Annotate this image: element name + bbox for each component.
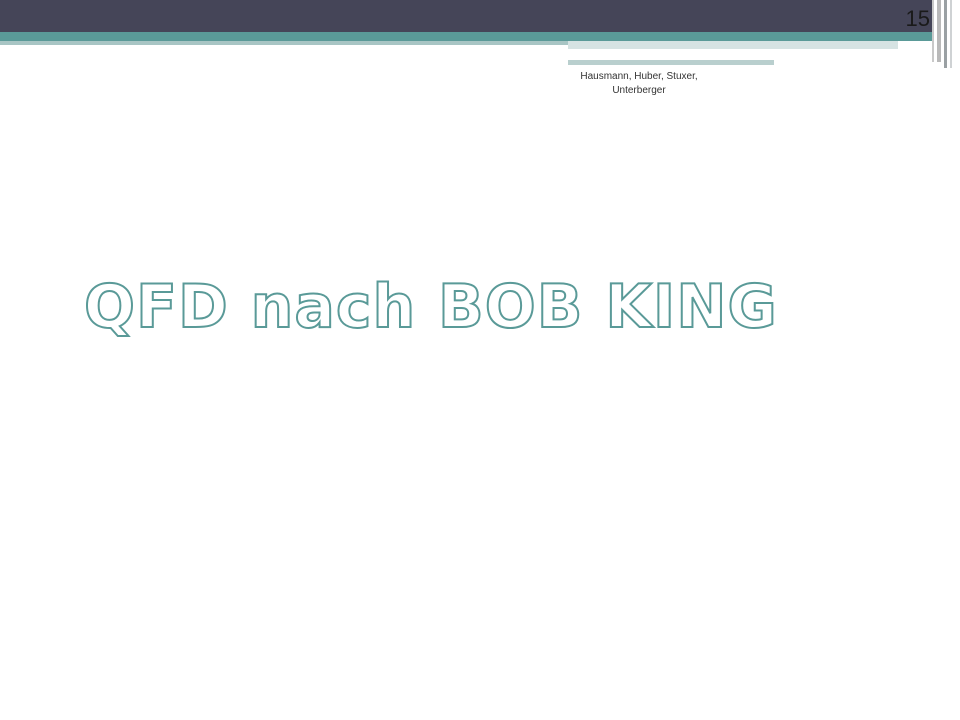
accent-stripe [0, 32, 940, 41]
decor-line [944, 0, 947, 68]
accent-stripe-light [0, 41, 568, 45]
decor-line [932, 0, 934, 62]
accent-divider [568, 50, 888, 53]
decor-line [950, 0, 952, 68]
authors-footer: Hausmann, Huber, Stuxer, Unterberger [580, 71, 698, 96]
right-decoration [932, 0, 960, 720]
accent-stripe-lower [568, 41, 898, 49]
accent-stripe-short [568, 60, 774, 65]
decor-line [937, 0, 941, 62]
slide-number: 15 [905, 6, 930, 31]
header-bar [0, 0, 960, 32]
slide-title: QFD nach BOB KING [83, 271, 778, 343]
